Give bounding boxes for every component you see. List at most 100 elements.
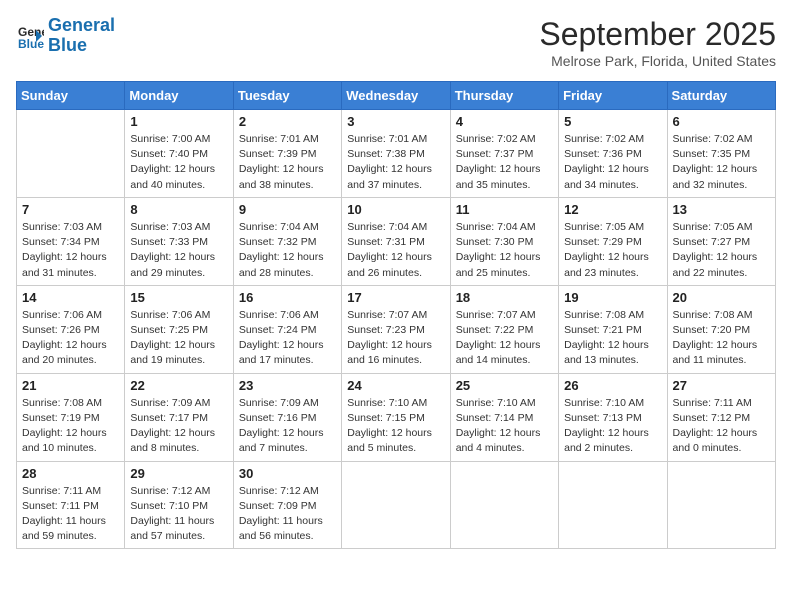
- calendar-day-cell: 15Sunrise: 7:06 AMSunset: 7:25 PMDayligh…: [125, 285, 233, 373]
- day-number: 9: [239, 202, 336, 217]
- calendar-day-cell: 9 Sunrise: 7:04 AMSunset: 7:32 PMDaylight…: [233, 197, 341, 285]
- calendar-day-cell: 8 Sunrise: 7:03 AMSunset: 7:33 PMDaylight…: [125, 197, 233, 285]
- day-detail: Sunrise: 7:10 AMSunset: 7:15 PMDaylight:…: [347, 396, 444, 457]
- weekday-header-row: SundayMondayTuesdayWednesdayThursdayFrid…: [17, 82, 776, 110]
- day-number: 22: [130, 378, 227, 393]
- weekday-cell: Monday: [125, 82, 233, 110]
- calendar-day-cell: 17 Sunrise: 7:07 AMSunset: 7:23 PMDayligh…: [342, 285, 450, 373]
- day-number: 25: [456, 378, 553, 393]
- day-number: 30: [239, 466, 336, 481]
- calendar-day-cell: [667, 461, 775, 549]
- calendar-day-cell: [450, 461, 558, 549]
- day-detail: Sunrise: 7:04 AMSunset: 7:31 PMDaylight:…: [347, 220, 444, 281]
- calendar-day-cell: 6Sunrise: 7:02 AMSunset: 7:35 PMDaylight…: [667, 110, 775, 198]
- month-title: September 2025: [539, 16, 776, 53]
- day-number: 28: [22, 466, 119, 481]
- calendar-week-row: 7 Sunrise: 7:03 AMSunset: 7:34 PMDaylight…: [17, 197, 776, 285]
- calendar-day-cell: 16Sunrise: 7:06 AMSunset: 7:24 PMDayligh…: [233, 285, 341, 373]
- day-number: 7: [22, 202, 119, 217]
- calendar-day-cell: 23 Sunrise: 7:09 AMSunset: 7:16 PMDayligh…: [233, 373, 341, 461]
- day-detail: Sunrise: 7:02 AMSunset: 7:37 PMDaylight:…: [456, 132, 553, 193]
- calendar-day-cell: [559, 461, 667, 549]
- calendar-body: 1Sunrise: 7:00 AMSunset: 7:40 PMDaylight…: [17, 110, 776, 549]
- day-number: 17: [347, 290, 444, 305]
- day-number: 14: [22, 290, 119, 305]
- calendar-day-cell: 10 Sunrise: 7:04 AMSunset: 7:31 PMDayligh…: [342, 197, 450, 285]
- calendar-day-cell: 21Sunrise: 7:08 AMSunset: 7:19 PMDayligh…: [17, 373, 125, 461]
- day-detail: Sunrise: 7:08 AMSunset: 7:20 PMDaylight:…: [673, 308, 770, 369]
- calendar-day-cell: 26 Sunrise: 7:10 AMSunset: 7:13 PMDayligh…: [559, 373, 667, 461]
- day-detail: Sunrise: 7:05 AMSunset: 7:27 PMDaylight:…: [673, 220, 770, 281]
- day-number: 1: [130, 114, 227, 129]
- calendar-day-cell: 5 Sunrise: 7:02 AMSunset: 7:36 PMDaylight…: [559, 110, 667, 198]
- day-number: 27: [673, 378, 770, 393]
- day-number: 18: [456, 290, 553, 305]
- day-detail: Sunrise: 7:07 AMSunset: 7:23 PMDaylight:…: [347, 308, 444, 369]
- day-number: 4: [456, 114, 553, 129]
- day-detail: Sunrise: 7:08 AMSunset: 7:21 PMDaylight:…: [564, 308, 661, 369]
- calendar-day-cell: 1Sunrise: 7:00 AMSunset: 7:40 PMDaylight…: [125, 110, 233, 198]
- day-number: 2: [239, 114, 336, 129]
- day-detail: Sunrise: 7:05 AMSunset: 7:29 PMDaylight:…: [564, 220, 661, 281]
- calendar-day-cell: [17, 110, 125, 198]
- calendar-week-row: 21Sunrise: 7:08 AMSunset: 7:19 PMDayligh…: [17, 373, 776, 461]
- calendar-day-cell: 4 Sunrise: 7:02 AMSunset: 7:37 PMDaylight…: [450, 110, 558, 198]
- day-number: 26: [564, 378, 661, 393]
- day-detail: Sunrise: 7:09 AMSunset: 7:17 PMDaylight:…: [130, 396, 227, 457]
- calendar-day-cell: 19 Sunrise: 7:08 AMSunset: 7:21 PMDayligh…: [559, 285, 667, 373]
- svg-text:Blue: Blue: [18, 37, 44, 50]
- calendar-day-cell: 18Sunrise: 7:07 AMSunset: 7:22 PMDayligh…: [450, 285, 558, 373]
- logo: General Blue GeneralBlue: [16, 16, 115, 56]
- calendar-week-row: 1Sunrise: 7:00 AMSunset: 7:40 PMDaylight…: [17, 110, 776, 198]
- page-header: General Blue GeneralBlue September 2025 …: [16, 16, 776, 69]
- location: Melrose Park, Florida, United States: [539, 53, 776, 69]
- day-detail: Sunrise: 7:06 AMSunset: 7:25 PMDaylight:…: [130, 308, 227, 369]
- calendar-day-cell: 29 Sunrise: 7:12 AMSunset: 7:10 PMDayligh…: [125, 461, 233, 549]
- calendar-day-cell: 22 Sunrise: 7:09 AMSunset: 7:17 PMDayligh…: [125, 373, 233, 461]
- day-number: 29: [130, 466, 227, 481]
- day-detail: Sunrise: 7:11 AMSunset: 7:12 PMDaylight:…: [673, 396, 770, 457]
- calendar-day-cell: 27 Sunrise: 7:11 AMSunset: 7:12 PMDayligh…: [667, 373, 775, 461]
- day-detail: Sunrise: 7:12 AMSunset: 7:10 PMDaylight:…: [130, 484, 227, 545]
- calendar-day-cell: 3 Sunrise: 7:01 AMSunset: 7:38 PMDaylight…: [342, 110, 450, 198]
- day-detail: Sunrise: 7:04 AMSunset: 7:30 PMDaylight:…: [456, 220, 553, 281]
- day-number: 11: [456, 202, 553, 217]
- calendar-day-cell: 30 Sunrise: 7:12 AMSunset: 7:09 PMDayligh…: [233, 461, 341, 549]
- day-number: 6: [673, 114, 770, 129]
- day-detail: Sunrise: 7:10 AMSunset: 7:14 PMDaylight:…: [456, 396, 553, 457]
- calendar-day-cell: 12 Sunrise: 7:05 AMSunset: 7:29 PMDayligh…: [559, 197, 667, 285]
- day-detail: Sunrise: 7:01 AMSunset: 7:38 PMDaylight:…: [347, 132, 444, 193]
- day-detail: Sunrise: 7:01 AMSunset: 7:39 PMDaylight:…: [239, 132, 336, 193]
- weekday-cell: Saturday: [667, 82, 775, 110]
- day-number: 10: [347, 202, 444, 217]
- calendar-day-cell: 28Sunrise: 7:11 AMSunset: 7:11 PMDayligh…: [17, 461, 125, 549]
- day-number: 3: [347, 114, 444, 129]
- day-detail: Sunrise: 7:02 AMSunset: 7:36 PMDaylight:…: [564, 132, 661, 193]
- day-detail: Sunrise: 7:04 AMSunset: 7:32 PMDaylight:…: [239, 220, 336, 281]
- day-number: 23: [239, 378, 336, 393]
- day-detail: Sunrise: 7:09 AMSunset: 7:16 PMDaylight:…: [239, 396, 336, 457]
- day-number: 8: [130, 202, 227, 217]
- calendar-table: SundayMondayTuesdayWednesdayThursdayFrid…: [16, 81, 776, 549]
- calendar-day-cell: [342, 461, 450, 549]
- day-detail: Sunrise: 7:12 AMSunset: 7:09 PMDaylight:…: [239, 484, 336, 545]
- weekday-cell: Thursday: [450, 82, 558, 110]
- weekday-cell: Sunday: [17, 82, 125, 110]
- day-detail: Sunrise: 7:03 AMSunset: 7:34 PMDaylight:…: [22, 220, 119, 281]
- day-number: 5: [564, 114, 661, 129]
- calendar-day-cell: 2 Sunrise: 7:01 AMSunset: 7:39 PMDaylight…: [233, 110, 341, 198]
- calendar-day-cell: 14 Sunrise: 7:06 AMSunset: 7:26 PMDayligh…: [17, 285, 125, 373]
- calendar-day-cell: 24 Sunrise: 7:10 AMSunset: 7:15 PMDayligh…: [342, 373, 450, 461]
- day-number: 20: [673, 290, 770, 305]
- day-detail: Sunrise: 7:06 AMSunset: 7:26 PMDaylight:…: [22, 308, 119, 369]
- weekday-cell: Friday: [559, 82, 667, 110]
- day-detail: Sunrise: 7:10 AMSunset: 7:13 PMDaylight:…: [564, 396, 661, 457]
- day-number: 24: [347, 378, 444, 393]
- day-detail: Sunrise: 7:03 AMSunset: 7:33 PMDaylight:…: [130, 220, 227, 281]
- logo-text: GeneralBlue: [48, 16, 115, 56]
- day-number: 12: [564, 202, 661, 217]
- calendar-week-row: 14 Sunrise: 7:06 AMSunset: 7:26 PMDayligh…: [17, 285, 776, 373]
- title-area: September 2025 Melrose Park, Florida, Un…: [539, 16, 776, 69]
- day-number: 19: [564, 290, 661, 305]
- calendar-week-row: 28Sunrise: 7:11 AMSunset: 7:11 PMDayligh…: [17, 461, 776, 549]
